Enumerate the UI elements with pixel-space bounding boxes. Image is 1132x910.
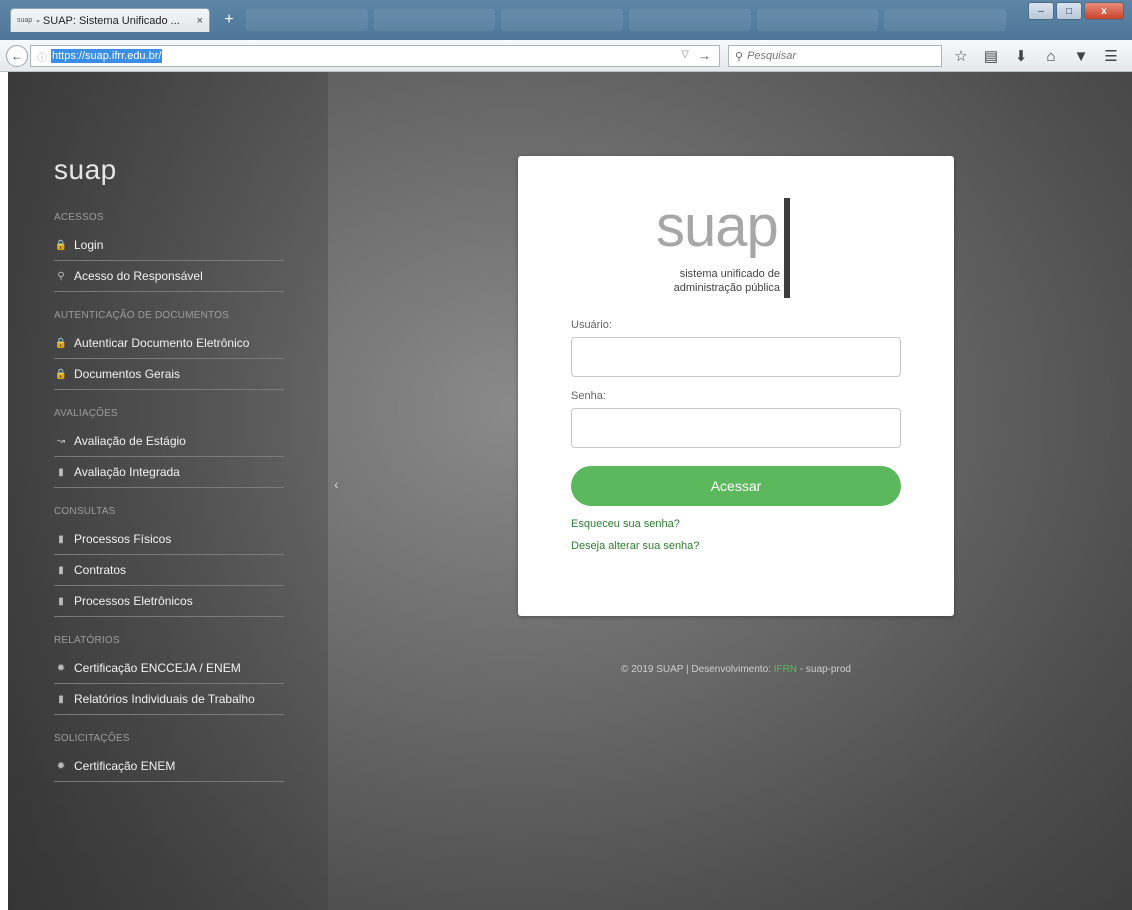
background-tab[interactable] [884, 9, 1007, 31]
section-title-solicitacoes: SOLICITAÇÕES [54, 733, 130, 744]
sidebar: suap ACESSOS 🔒 Login ⚲ Acesso do Respons… [8, 72, 328, 910]
sidebar-item-acesso-responsavel[interactable]: ⚲ Acesso do Responsável [54, 261, 284, 292]
file-icon: ▮ [58, 533, 64, 545]
sidebar-menu: ACESSOS 🔒 Login ⚲ Acesso do Responsável … [54, 212, 284, 782]
tab-favicon: suap [17, 17, 33, 24]
sidebar-item-label: Documentos Gerais [74, 367, 181, 381]
background-tabs [246, 9, 1007, 31]
go-arrow-icon[interactable]: → [698, 48, 711, 63]
collapse-sidebar-icon[interactable]: ‹ [334, 476, 339, 492]
chart-icon: ↝ [56, 435, 66, 447]
sidebar-item-label: Acesso do Responsável [74, 269, 203, 283]
sidebar-item-avaliacao-integrada[interactable]: ▮ Avaliação Integrada [54, 457, 284, 488]
sidebar-item-relatorios-individuais[interactable]: ▮ Relatórios Individuais de Trabalho [54, 684, 284, 715]
sidebar-item-label: Certificação ENEM [74, 759, 176, 773]
change-password-link[interactable]: Deseja alterar sua senha? [571, 540, 699, 552]
sidebar-logo[interactable]: suap [54, 154, 117, 186]
browser-tab-bar: suap - SUAP: Sistema Unificado ... × + –… [0, 0, 1132, 40]
sidebar-item-certificacao-encceja[interactable]: ✹ Certificação ENCCEJA / ENEM [54, 653, 284, 684]
key-icon: ⚲ [57, 270, 65, 282]
browser-toolbar: ☆ ▤ ⬇ ⌂ ▼ ☰ [952, 46, 1120, 66]
lock-icon: 🔒 [54, 368, 68, 380]
address-bar[interactable]: ⓘ https://suap.ifrr.edu.br/ ▽ → [30, 45, 720, 67]
certificate-icon: ✹ [56, 760, 66, 772]
sidebar-item-processos-fisicos[interactable]: ▮ Processos Físicos [54, 524, 284, 555]
logo-subtitle-line1: sistema unificado de [679, 268, 780, 280]
username-label: Usuário: [571, 319, 612, 331]
background-tab[interactable] [756, 9, 879, 31]
reading-list-icon[interactable]: ▤ [982, 46, 1000, 66]
footer-prefix: © 2019 SUAP | Desenvolvimento: [621, 664, 774, 675]
suap-logo: suap sistema unificado de administração … [656, 198, 826, 308]
sidebar-item-label: Contratos [74, 563, 127, 577]
footer-org-link[interactable]: IFRN [774, 664, 797, 675]
background-tab[interactable] [501, 9, 624, 31]
logo-word: suap [656, 194, 779, 259]
search-icon: ⚲ [735, 50, 744, 63]
section-title-autenticacao: AUTENTICAÇÃO DE DOCUMENTOS [54, 310, 230, 321]
sidebar-item-avaliacao-estagio[interactable]: ↝ Avaliação de Estágio [54, 426, 284, 457]
logo-subtitle-line2: administração pública [673, 282, 780, 294]
url-text: https://suap.ifrr.edu.br/ [51, 49, 163, 63]
username-input[interactable] [571, 337, 901, 377]
browser-tab[interactable]: suap - SUAP: Sistema Unificado ... × [10, 8, 210, 32]
sidebar-item-contratos[interactable]: ▮ Contratos [54, 555, 284, 586]
window-controls: – □ x [1028, 2, 1124, 20]
sidebar-item-label: Processos Eletrônicos [74, 594, 193, 608]
forgot-password-link[interactable]: Esqueceu sua senha? [571, 518, 680, 530]
section-title-avaliacoes: AVALIAÇÕES [54, 408, 118, 419]
sidebar-item-label: Avaliação de Estágio [74, 434, 186, 448]
minimize-button[interactable]: – [1028, 2, 1054, 20]
background-tab[interactable] [373, 9, 496, 31]
login-submit-button[interactable]: Acessar [571, 466, 901, 506]
section-title-relatorios: RELATÓRIOS [54, 635, 120, 646]
window-close-button[interactable]: x [1084, 2, 1124, 20]
footer: © 2019 SUAP | Desenvolvimento: IFRN - su… [518, 664, 954, 675]
section-title-consultas: CONSULTAS [54, 506, 116, 517]
page-content: suap ACESSOS 🔒 Login ⚲ Acesso do Respons… [8, 72, 1132, 910]
sidebar-item-certificacao-enem[interactable]: ✹ Certificação ENEM [54, 751, 284, 782]
certificate-icon: ✹ [56, 662, 66, 674]
sidebar-item-label: Avaliação Integrada [74, 465, 180, 479]
close-tab-icon[interactable]: × [197, 15, 203, 27]
file-icon: ▮ [58, 466, 64, 478]
background-tab[interactable] [629, 9, 751, 31]
logo-bar [784, 198, 790, 298]
maximize-button[interactable]: □ [1056, 2, 1082, 20]
password-label: Senha: [571, 390, 606, 402]
background-tab[interactable] [246, 9, 368, 31]
search-placeholder: Pesquisar [747, 50, 796, 62]
search-bar[interactable]: ⚲ Pesquisar [728, 45, 942, 67]
footer-suffix: - suap-prod [797, 664, 851, 675]
lock-icon: 🔒 [54, 239, 68, 251]
browser-nav-bar: ← ⓘ https://suap.ifrr.edu.br/ ▽ → ⚲ Pesq… [0, 40, 1132, 72]
section-title-acessos: ACESSOS [54, 212, 104, 223]
login-card: suap sistema unificado de administração … [518, 156, 954, 616]
download-icon[interactable]: ⬇ [1012, 46, 1030, 66]
home-icon[interactable]: ⌂ [1042, 46, 1060, 66]
file-icon: ▮ [58, 595, 64, 607]
bookmark-star-icon[interactable]: ☆ [952, 46, 970, 66]
sidebar-item-login[interactable]: 🔒 Login [54, 230, 284, 261]
file-icon: ▮ [58, 693, 64, 705]
password-input[interactable] [571, 408, 901, 448]
site-info-icon[interactable]: ⓘ [37, 49, 47, 64]
menu-hamburger-icon[interactable]: ☰ [1102, 46, 1120, 66]
tab-title: - SUAP: Sistema Unificado ... [36, 14, 180, 27]
sidebar-item-label: Relatórios Individuais de Trabalho [74, 692, 255, 706]
file-icon: ▮ [58, 564, 64, 576]
sidebar-item-label: Certificação ENCCEJA / ENEM [74, 661, 241, 675]
sidebar-item-documentos-gerais[interactable]: 🔒 Documentos Gerais [54, 359, 284, 390]
new-tab-button[interactable]: + [218, 10, 240, 30]
sidebar-item-label: Login [74, 238, 104, 252]
pocket-icon[interactable]: ▼ [1072, 46, 1090, 66]
sidebar-item-label: Processos Físicos [74, 532, 172, 546]
back-arrow-icon[interactable]: ← [6, 45, 28, 67]
lock-icon: 🔒 [54, 337, 68, 349]
sidebar-item-processos-eletronicos[interactable]: ▮ Processos Eletrônicos [54, 586, 284, 617]
url-dropdown-icon[interactable]: ▽ [681, 49, 689, 60]
sidebar-item-label: Autenticar Documento Eletrônico [74, 336, 250, 350]
sidebar-item-autenticar-documento[interactable]: 🔒 Autenticar Documento Eletrônico [54, 328, 284, 359]
